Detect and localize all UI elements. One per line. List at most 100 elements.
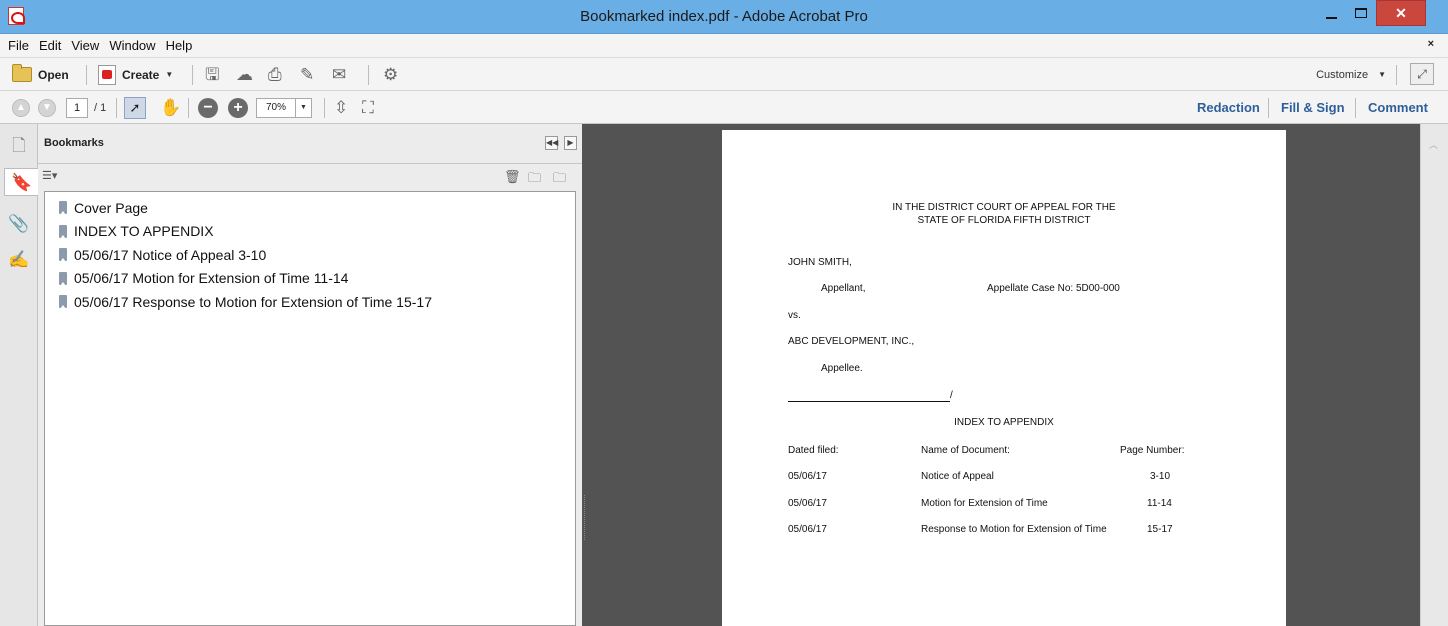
email-button[interactable]: ✉ bbox=[332, 58, 346, 91]
paperclip-icon: 📎 bbox=[8, 214, 30, 233]
cloud-upload-icon: ☁ bbox=[236, 65, 253, 84]
print-icon: ⎙ bbox=[268, 65, 282, 84]
page-thumbnail-icon: 🗋 bbox=[12, 136, 26, 155]
bookmarks-button[interactable]: 🔖 bbox=[4, 168, 39, 196]
chevron-down-icon: ▼ bbox=[1378, 70, 1386, 79]
bookmark-label: 05/06/17 Notice of Appeal 3-10 bbox=[74, 246, 267, 263]
cursor-select-icon: ➚ bbox=[124, 96, 146, 119]
bookmark-label: 05/06/17 Response to Motion for Extensio… bbox=[74, 293, 432, 310]
bookmark-index-to-appendix[interactable]: INDEX TO APPENDIX bbox=[45, 220, 575, 244]
pdf-page: IN THE DISTRICT COURT OF APPEAL FOR THE … bbox=[722, 130, 1286, 626]
settings-button[interactable]: ⚙ bbox=[383, 58, 398, 91]
expand-panel-button[interactable]: ▶ bbox=[564, 136, 577, 150]
menu-file[interactable]: File bbox=[8, 38, 29, 53]
menu-bar: File Edit View Window Help × bbox=[0, 34, 1448, 58]
zoom-out-button[interactable]: − bbox=[198, 91, 218, 124]
redaction-panel-link[interactable]: Redaction bbox=[1197, 91, 1260, 124]
table-cell-date: 05/06/17 bbox=[788, 471, 827, 482]
rule-slash: / bbox=[950, 390, 953, 401]
fit-page-button[interactable]: ⇳ bbox=[334, 91, 348, 124]
create-label: Create bbox=[122, 67, 160, 82]
bookmarks-toolbar: ☰▾ 🗑 🗀 🗀 bbox=[38, 165, 582, 191]
table-header-document: Name of Document: bbox=[921, 445, 1010, 456]
maximize-button[interactable] bbox=[1346, 0, 1376, 26]
bookmark-label: Cover Page bbox=[74, 199, 148, 216]
toolbar-divider bbox=[1355, 98, 1356, 118]
minimize-icon bbox=[1325, 17, 1337, 19]
options-menu-button[interactable]: ☰▾ bbox=[42, 169, 57, 182]
bookmark-motion-extension[interactable]: 05/06/17 Motion for Extension of Time 11… bbox=[45, 267, 575, 291]
bookmark-label: INDEX TO APPENDIX bbox=[74, 223, 214, 240]
create-button[interactable]: Create ▼ bbox=[98, 58, 173, 91]
delete-bookmark-button[interactable]: 🗑 bbox=[504, 169, 521, 185]
toolbar-divider bbox=[324, 98, 325, 118]
page-number-input[interactable]: 1 bbox=[66, 97, 88, 118]
create-pdf-icon bbox=[98, 64, 116, 85]
toolbar-divider bbox=[188, 98, 189, 118]
new-bookmark-button[interactable]: 🗀 bbox=[528, 169, 541, 191]
chevron-up-icon[interactable]: ︿ bbox=[1429, 138, 1438, 151]
open-button[interactable]: Open bbox=[12, 58, 69, 91]
signature-rule bbox=[788, 401, 950, 402]
appellee-role: Appellee. bbox=[821, 363, 863, 374]
panel-resize-handle[interactable] bbox=[584, 495, 586, 540]
plus-circle-icon: + bbox=[228, 97, 248, 118]
attachments-button[interactable]: 📎 bbox=[6, 210, 32, 238]
next-page-button[interactable]: ▼ bbox=[38, 91, 56, 124]
toolbar-divider bbox=[116, 98, 117, 118]
index-title: INDEX TO APPENDIX bbox=[954, 417, 1054, 428]
trash-icon: 🗑 bbox=[504, 169, 521, 184]
court-heading-line-1: IN THE DISTRICT COURT OF APPEAL FOR THE bbox=[892, 202, 1116, 213]
menu-view[interactable]: View bbox=[71, 38, 99, 53]
bookmark-cover-page[interactable]: Cover Page bbox=[45, 196, 575, 220]
full-screen-button[interactable]: ⤢ bbox=[1410, 63, 1434, 85]
signatures-button[interactable]: ✍ bbox=[6, 246, 32, 274]
court-heading-line-2: STATE OF FLORIDA FIFTH DISTRICT bbox=[917, 215, 1091, 226]
collapse-panel-button[interactable]: ◀◀ bbox=[545, 136, 558, 150]
minus-circle-icon: − bbox=[198, 97, 218, 118]
signature-icon: ✍ bbox=[8, 250, 30, 269]
customize-dropdown[interactable]: Customize ▼ bbox=[1316, 58, 1386, 91]
edit-button[interactable]: ✎ bbox=[300, 58, 314, 91]
navigation-toolbar: ▲ ▼ 1 / 1 ➚ ✋ − + 70% ▼ ⇳ ⛶ Redaction Fi… bbox=[0, 91, 1448, 124]
close-button[interactable]: ✕ bbox=[1376, 0, 1426, 26]
expand-icon: ⤢ bbox=[1417, 67, 1427, 81]
zoom-dropdown-button[interactable]: ▼ bbox=[296, 97, 312, 118]
zoom-level-input[interactable]: 70% bbox=[256, 97, 296, 118]
title-bar: Bookmarked index.pdf - Adobe Acrobat Pro… bbox=[0, 0, 1448, 34]
table-header-date: Dated filed: bbox=[788, 445, 839, 456]
select-tool-button[interactable]: ➚ bbox=[124, 91, 146, 124]
print-button[interactable]: ⎙ bbox=[268, 58, 282, 91]
appellant-name: JOHN SMITH, bbox=[788, 257, 852, 268]
menu-edit[interactable]: Edit bbox=[39, 38, 61, 53]
zoom-in-button[interactable]: + bbox=[228, 91, 248, 124]
page-thumbnails-button[interactable]: 🗋 bbox=[6, 132, 32, 160]
close-document-button[interactable]: × bbox=[1428, 38, 1434, 50]
window-title: Bookmarked index.pdf - Adobe Acrobat Pro bbox=[580, 8, 868, 25]
save-button[interactable]: 🖫 bbox=[205, 58, 219, 91]
hand-tool-button[interactable]: ✋ bbox=[160, 91, 181, 124]
bookmarks-header: Bookmarks ◀◀ ▶ bbox=[38, 124, 582, 164]
bookmarks-panel: Bookmarks ◀◀ ▶ ☰▾ 🗑 🗀 🗀 Cover Page INDEX… bbox=[38, 124, 582, 626]
fit-width-icon: ⛶ bbox=[362, 98, 374, 117]
expand-bookmark-button[interactable]: 🗀 bbox=[553, 169, 566, 191]
previous-page-button[interactable]: ▲ bbox=[12, 91, 30, 124]
fit-width-button[interactable]: ⛶ bbox=[362, 91, 374, 124]
bookmark-icon: 🔖 bbox=[11, 173, 33, 192]
comment-panel-link[interactable]: Comment bbox=[1368, 91, 1428, 124]
bookmark-icon bbox=[59, 224, 67, 239]
hand-icon: ✋ bbox=[160, 98, 182, 117]
new-bookmark-icon: 🗀 bbox=[528, 170, 542, 185]
menu-help[interactable]: Help bbox=[166, 38, 193, 53]
bookmark-notice-of-appeal[interactable]: 05/06/17 Notice of Appeal 3-10 bbox=[45, 243, 575, 267]
maximize-icon bbox=[1355, 8, 1367, 18]
fill-sign-panel-link[interactable]: Fill & Sign bbox=[1281, 91, 1345, 124]
minimize-button[interactable] bbox=[1316, 0, 1346, 26]
menu-window[interactable]: Window bbox=[109, 38, 155, 53]
page-total: / 1 bbox=[94, 101, 107, 114]
bookmark-icon bbox=[59, 271, 67, 286]
upload-button[interactable]: ☁ bbox=[236, 58, 253, 91]
bookmark-response-motion[interactable]: 05/06/17 Response to Motion for Extensio… bbox=[45, 290, 575, 314]
vertical-scrollbar[interactable]: ︿ bbox=[1420, 124, 1448, 626]
table-cell-date: 05/06/17 bbox=[788, 498, 827, 509]
